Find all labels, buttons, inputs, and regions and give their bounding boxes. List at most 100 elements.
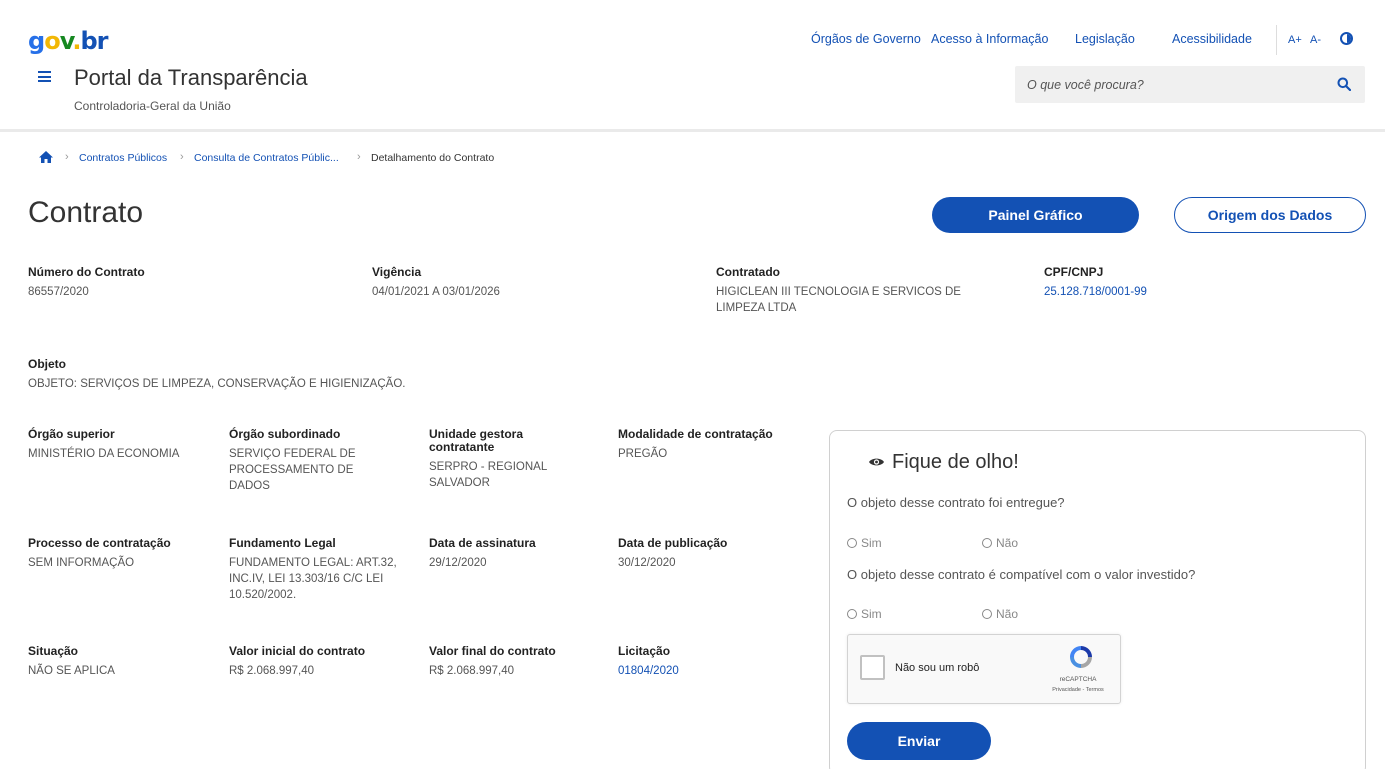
field-fundamento-legal: Fundamento Legal FUNDAMENTO LEGAL: ART.3… xyxy=(229,537,404,603)
top-nav-links: Órgãos de Governo Acesso à Informação Le… xyxy=(0,32,1385,52)
radio-q2-sim[interactable]: Sim xyxy=(847,607,882,621)
field-label: Número do Contrato xyxy=(28,265,145,279)
field-valor-final: Valor final do contrato R$ 2.068.997,40 xyxy=(429,645,609,679)
field-value: OBJETO: SERVIÇOS DE LIMPEZA, CONSERVAÇÃO… xyxy=(28,378,406,390)
field-label: Contratado xyxy=(716,265,780,279)
field-objeto: Objeto OBJETO: SERVIÇOS DE LIMPEZA, CONS… xyxy=(28,358,728,392)
header-divider xyxy=(1276,25,1277,55)
recaptcha-logo-icon xyxy=(1070,646,1092,668)
question-entregue: O objeto desse contrato foi entregue? xyxy=(847,495,1065,510)
field-contratado: Contratado HIGICLEAN III TECNOLOGIA E SE… xyxy=(716,266,1006,316)
field-value: R$ 2.068.997,40 xyxy=(429,665,515,677)
field-data-publicacao: Data de publicação 30/12/2020 xyxy=(618,537,788,571)
font-increase-button[interactable]: A+ xyxy=(1288,34,1302,46)
field-label: Órgão subordinado xyxy=(229,427,341,441)
font-decrease-button[interactable]: A- xyxy=(1310,34,1321,46)
field-value: SEM INFORMAÇÃO xyxy=(28,557,135,569)
field-value: 04/01/2021 A 03/01/2026 xyxy=(372,286,500,298)
field-numero-contrato: Número do Contrato 86557/2020 xyxy=(28,266,328,300)
field-valor-inicial: Valor inicial do contrato R$ 2.068.997,4… xyxy=(229,645,419,679)
card-title: Fique de olho! xyxy=(892,451,1019,473)
field-orgao-superior: Órgão superior MINISTÉRIO DA ECONOMIA xyxy=(28,428,208,462)
search-input[interactable] xyxy=(1027,66,1317,103)
hamburger-menu-icon[interactable] xyxy=(38,71,51,82)
chevron-right-icon: › xyxy=(357,151,361,163)
eye-icon xyxy=(869,458,884,466)
field-value: PREGÃO xyxy=(618,448,668,460)
field-data-assinatura: Data de assinatura 29/12/2020 xyxy=(429,537,599,571)
field-label: Data de assinatura xyxy=(429,536,536,550)
field-label: Órgão superior xyxy=(28,427,115,441)
recaptcha-brand: reCAPTCHA xyxy=(1059,676,1097,683)
search-box xyxy=(1015,66,1365,103)
field-label: Unidade gestora contratante xyxy=(429,427,524,454)
field-value: FUNDAMENTO LEGAL: ART.32, INC.IV, LEI 13… xyxy=(229,557,397,601)
recaptcha-terms-link[interactable]: Privacidade - Termos xyxy=(1038,687,1118,693)
page-title: Contrato xyxy=(28,196,144,229)
chevron-right-icon: › xyxy=(65,151,69,163)
field-value: SERPRO - REGIONAL SALVADOR xyxy=(429,461,547,489)
link-acessibilidade[interactable]: Acessibilidade xyxy=(1172,32,1252,46)
contrast-toggle-icon[interactable] xyxy=(1340,32,1353,45)
site-subtitle: Controladoria-Geral da União xyxy=(74,99,231,113)
link-legislacao[interactable]: Legislação xyxy=(1075,32,1135,46)
enviar-button[interactable]: Enviar xyxy=(847,722,991,760)
site-title[interactable]: Portal da Transparência xyxy=(74,65,308,91)
field-vigencia: Vigência 04/01/2021 A 03/01/2026 xyxy=(372,266,672,300)
field-value: MINISTÉRIO DA ECONOMIA xyxy=(28,448,180,460)
field-value: NÃO SE APLICA xyxy=(28,665,115,677)
field-label: Situação xyxy=(28,644,79,658)
recaptcha-label: Não sou um robô xyxy=(895,662,980,674)
origem-dados-button[interactable]: Origem dos Dados xyxy=(1174,197,1366,233)
field-label: Data de publicação xyxy=(618,536,728,550)
field-situacao: Situação NÃO SE APLICA xyxy=(28,645,218,679)
field-value: 86557/2020 xyxy=(28,286,89,298)
radio-circle[interactable] xyxy=(847,609,857,619)
breadcrumb-current: Detalhamento do Contrato xyxy=(371,152,495,164)
link-orgaos-governo[interactable]: Órgãos de Governo xyxy=(811,32,921,46)
radio-q1-sim[interactable]: Sim xyxy=(847,536,882,550)
radio-q1-nao[interactable]: Não xyxy=(982,536,1018,550)
chevron-right-icon: › xyxy=(180,151,184,163)
field-label: Objeto xyxy=(28,357,66,371)
fique-de-olho-card: Fique de olho! O objeto desse contrato f… xyxy=(829,430,1366,769)
field-unidade-gestora: Unidade gestora contratante SERPRO - REG… xyxy=(429,428,589,491)
field-modalidade: Modalidade de contratação PREGÃO xyxy=(618,428,778,462)
radio-q2-nao[interactable]: Não xyxy=(982,607,1018,621)
radio-circle[interactable] xyxy=(847,538,857,548)
field-orgao-subordinado: Órgão subordinado SERVIÇO FEDERAL DE PRO… xyxy=(229,428,394,494)
field-value: 30/12/2020 xyxy=(618,557,676,569)
field-label: Modalidade de contratação xyxy=(618,427,773,441)
field-label: Licitação xyxy=(618,644,671,658)
site-header: gov.br Portal da Transparência Controlad… xyxy=(0,0,1385,132)
radio-label: Sim xyxy=(861,607,882,621)
field-licitacao: Licitação 01804/2020 xyxy=(618,645,788,679)
breadcrumb-consulta-contratos[interactable]: Consulta de Contratos Públic... xyxy=(194,152,339,164)
field-value: SERVIÇO FEDERAL DE PROCESSAMENTO DE DADO… xyxy=(229,448,356,492)
breadcrumb-contratos-publicos[interactable]: Contratos Públicos xyxy=(79,152,167,164)
field-label: CPF/CNPJ xyxy=(1044,265,1104,279)
recaptcha-checkbox[interactable] xyxy=(860,655,885,680)
field-value: 29/12/2020 xyxy=(429,557,487,569)
field-processo: Processo de contratação SEM INFORMAÇÃO xyxy=(28,537,218,571)
recaptcha-widget: Não sou um robô reCAPTCHA Privacidade - … xyxy=(847,634,1121,704)
field-label: Valor final do contrato xyxy=(429,644,556,658)
field-cpf-cnpj: CPF/CNPJ 25.128.718/0001-99 xyxy=(1044,266,1344,300)
cnpj-link[interactable]: 25.128.718/0001-99 xyxy=(1044,284,1344,300)
radio-label: Não xyxy=(996,607,1019,621)
field-value: HIGICLEAN III TECNOLOGIA E SERVICOS DE L… xyxy=(716,286,961,314)
radio-label: Não xyxy=(996,536,1019,550)
question-compativel: O objeto desse contrato é compatível com… xyxy=(847,567,1196,582)
painel-grafico-button[interactable]: Painel Gráfico xyxy=(932,197,1139,233)
licitacao-link[interactable]: 01804/2020 xyxy=(618,663,788,679)
field-label: Processo de contratação xyxy=(28,536,171,550)
field-label: Fundamento Legal xyxy=(229,536,336,550)
field-label: Vigência xyxy=(372,265,422,279)
field-label: Valor inicial do contrato xyxy=(229,644,366,658)
link-acesso-informacao[interactable]: Acesso à Informação xyxy=(931,32,1048,46)
search-icon[interactable] xyxy=(1337,77,1351,91)
radio-circle[interactable] xyxy=(982,538,992,548)
radio-circle[interactable] xyxy=(982,609,992,619)
radio-label: Sim xyxy=(861,536,882,550)
home-icon[interactable] xyxy=(38,150,54,164)
